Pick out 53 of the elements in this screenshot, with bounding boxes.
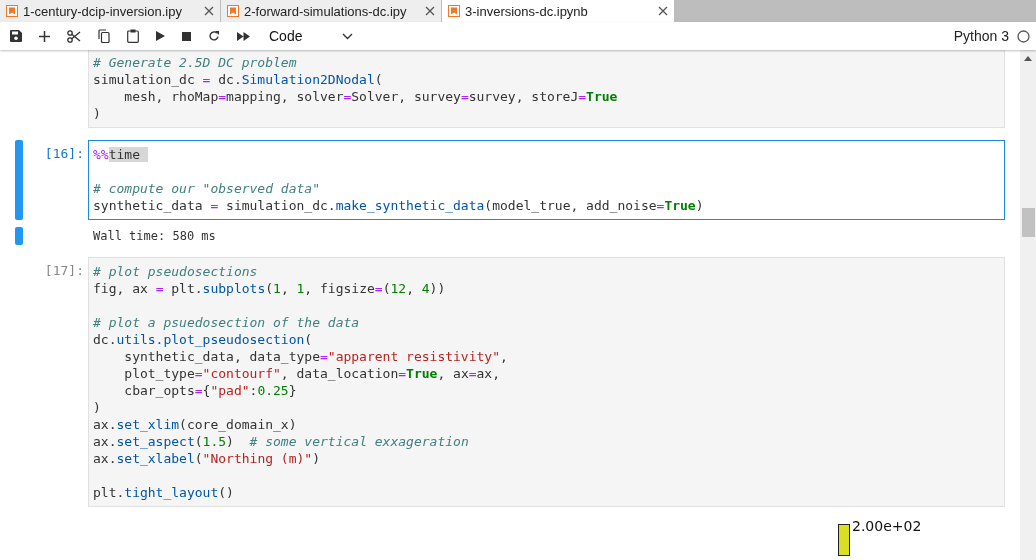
code-line: dc.utils.plot_pseudosection( [93,331,314,348]
code-line: ) [93,105,102,122]
code-line: mesh, rhoMap=mapping, solver=Solver, survey=survey, storeJ=True [123,88,619,105]
code-line: plot_type="contourf", data_location=True, ax=ax, [123,365,502,382]
scroll-up-icon[interactable] [1024,56,1032,61]
code-line: ax.set_xlabel("Northing (m)") [93,450,321,467]
notebook-tab[interactable]: 3-inversions-dc.ipynb [442,0,675,22]
code-line: synthetic_data = simulation_dc.make_synthetic_data(model_true, add_noise=True) [93,197,705,214]
code-line: # plot a psuedosection of the data [93,314,361,331]
code-line: plt.tight_layout() [93,484,235,501]
close-icon[interactable] [658,6,668,16]
code-line: ) [93,399,102,416]
kernel-status-icon [1017,29,1030,43]
caret-icon [342,32,354,40]
active-cell-bar [15,227,23,245]
code-cell[interactable]: # Generate 2.5D DC problem simulation_dc = dc.Simulation2DNodal( mesh, rhoMap=mapping, solver=Solver, survey=survey, storeJ=True ) [88,50,1005,128]
code-line: ax.set_aspect(1.5) # some vertical exxageration [93,433,470,450]
copy-icon[interactable] [98,29,110,43]
close-icon[interactable] [204,6,214,16]
code-line: %%time [93,146,1000,163]
cell-output: Wall time: 580 ms [92,228,216,245]
code-line: # compute our "observed data" [93,180,321,197]
code-line: cbar_opts={"pad":0.25} [123,382,298,399]
colorbar-drawing [838,524,850,556]
code-line: # Generate 2.5D DC problem [93,54,298,71]
paste-icon[interactable] [127,29,139,43]
run-icon[interactable] [156,31,165,41]
restart-icon[interactable] [208,30,220,42]
code-line: # plot pseudosections [93,263,259,280]
notebook-tab[interactable]: 1-century-dcip-inversion.ipy [0,0,221,22]
code-cell[interactable] [88,257,1005,507]
colorbar-tick-label: 2.00e+02 [852,518,922,534]
scrollbar-thumb[interactable] [1022,208,1035,237]
scrollbar[interactable] [1020,50,1036,560]
code-cell[interactable]: %%time # compute our "observed data" synthetic_data = simulation_dc.make_synthetic_data(model_true, add_noise=True) [88,140,1005,220]
cell-prompt: [17]: [44,263,84,278]
cut-icon[interactable] [67,29,81,43]
code-line: fig, ax = plt.subplots(1, 1, figsize=(12, 4)) [93,280,447,297]
plus-icon[interactable] [39,30,50,42]
code-line: simulation_dc = dc.Simulation2DNodal( [93,71,384,88]
cell-prompt: [16]: [44,146,84,161]
fast-forward-icon[interactable] [237,31,250,41]
code-line: ax.set_xlim(core_domain_x) [93,416,298,433]
notebook-icon [6,5,18,17]
save-icon[interactable] [10,30,22,42]
close-icon[interactable] [425,6,435,16]
notebook-icon [227,5,239,17]
stop-icon[interactable] [182,31,191,41]
code-line: synthetic_data, data_type="apparent resistivity", [123,348,509,365]
notebook-icon [448,5,460,17]
kernel-name: Python 3 [953,28,1009,44]
notebook-tab[interactable]: 2-forward-simulations-dc.ipy [221,0,442,22]
cell-type-dropdown[interactable]: Code [267,28,356,44]
